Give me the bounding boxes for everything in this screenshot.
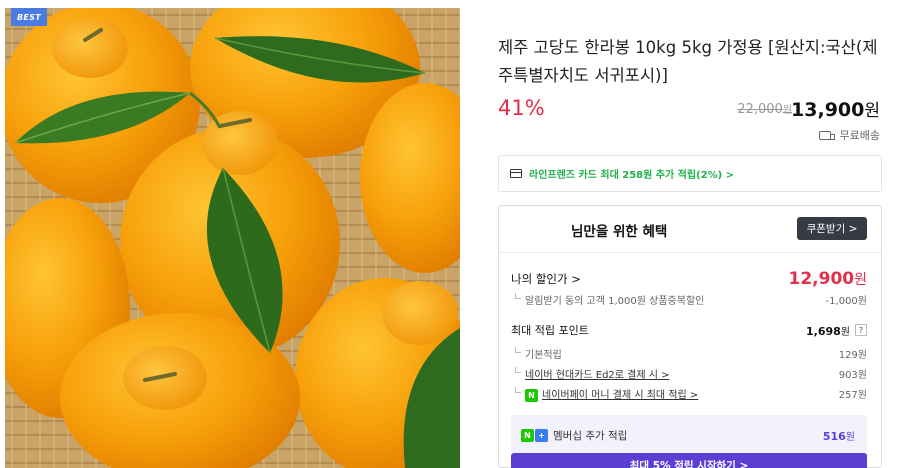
benefits-panel: 님만을 위한 혜택 쿠폰받기 > 나의 할인가 > 12,900원 알림받기 동… <box>498 205 882 468</box>
base-points-row: 기본적립 129원 <box>511 346 867 361</box>
help-icon[interactable]: ? <box>855 324 867 336</box>
membership-label: 멤버십 추가 적립 <box>553 430 628 442</box>
naver-n-icon: N <box>521 429 534 442</box>
shipping-info: 무료배송 <box>818 127 880 143</box>
plus-icon: + <box>535 429 548 442</box>
hyundai-card-label: 네이버 현대카드 Ed2로 결제 시 > <box>525 370 670 381</box>
npay-row: N 네이버페이 머니 결제 시 최대 적립 > 257원 <box>511 386 867 402</box>
max-points-value: 1,698원 ? <box>806 323 867 338</box>
membership-value: 516원 <box>823 428 855 443</box>
original-price-value: 22,000 <box>737 102 783 117</box>
shipping-label: 무료배송 <box>839 129 880 142</box>
card-promo-banner[interactable]: 라인프렌즈 카드 최대 258원 추가 적립(2%) > <box>498 155 882 192</box>
hyundai-card-value: 903원 <box>838 370 867 381</box>
membership-label-group: N + 멤버십 추가 적립 <box>521 428 627 443</box>
alert-discount-row: 알림받기 동의 고객 1,000원 상품중복할인 -1,000원 <box>511 292 867 307</box>
credit-card-icon <box>510 169 522 178</box>
benefits-title: 님만을 위한 혜택 <box>571 224 668 240</box>
max-points-label: 최대 적립 포인트 <box>511 324 589 337</box>
best-badge: BEST <box>11 8 47 26</box>
max-points-unit: 원 <box>840 326 850 338</box>
npay-label: 네이버페이 머니 결제 시 최대 적립 > <box>542 390 699 401</box>
membership-start-button[interactable]: 최대 5% 적립 시작하기 > <box>511 453 867 468</box>
hyundai-card-row: 네이버 현대카드 Ed2로 결제 시 > 903원 <box>511 366 867 381</box>
coupon-button[interactable]: 쿠폰받기 > <box>797 217 867 240</box>
hyundai-card-link[interactable]: 네이버 현대카드 Ed2로 결제 시 > <box>511 366 670 381</box>
base-points-value: 129원 <box>838 350 867 361</box>
membership-unit: 원 <box>845 432 855 443</box>
divider <box>499 252 881 253</box>
membership-box: N + 멤버십 추가 적립 516원 최대 5% 적립 시작하기 > <box>511 415 867 468</box>
product-image[interactable]: BEST <box>5 8 460 468</box>
my-price-row: 나의 할인가 > 12,900원 <box>511 269 867 289</box>
my-price-link[interactable]: 나의 할인가 > <box>511 271 581 287</box>
alert-discount-label: 알림받기 동의 고객 1,000원 상품중복할인 <box>511 292 704 307</box>
membership-amount: 516 <box>822 430 846 443</box>
base-points-label: 기본적립 <box>511 346 562 361</box>
sale-price: 13,900원 <box>791 96 880 121</box>
my-price-unit: 원 <box>854 272 867 288</box>
sale-price-unit: 원 <box>864 101 880 121</box>
my-price-amount: 12,900 <box>788 269 855 289</box>
npay-link[interactable]: N 네이버페이 머니 결제 시 최대 적립 > <box>511 386 698 402</box>
original-price: 22,000원 <box>737 101 792 117</box>
hallabong-oranges-illustration <box>5 8 460 468</box>
max-points-amount: 1,698 <box>806 324 841 338</box>
product-title: 제주 고당도 한라봉 10kg 5kg 가정용 [원산지:국산(제주특별자치도 … <box>498 38 878 85</box>
card-promo-text: 라인프렌즈 카드 최대 258원 추가 적립(2%) > <box>529 170 735 181</box>
max-points-row: 최대 적립 포인트 1,698원 ? <box>511 322 867 338</box>
discount-rate: 41% <box>498 96 545 120</box>
membership-row: N + 멤버십 추가 적립 516원 <box>521 428 855 443</box>
product-info-panel: 제주 고당도 한라봉 10kg 5kg 가정용 [원산지:국산(제주특별자치도 … <box>498 0 882 468</box>
sale-price-value: 13,900 <box>791 99 865 121</box>
npay-value: 257원 <box>838 390 867 402</box>
naver-pay-icon: N <box>525 388 538 402</box>
my-price-value: 12,900원 <box>789 269 868 289</box>
alert-discount-value: -1,000원 <box>825 296 867 307</box>
truck-icon <box>818 130 835 140</box>
